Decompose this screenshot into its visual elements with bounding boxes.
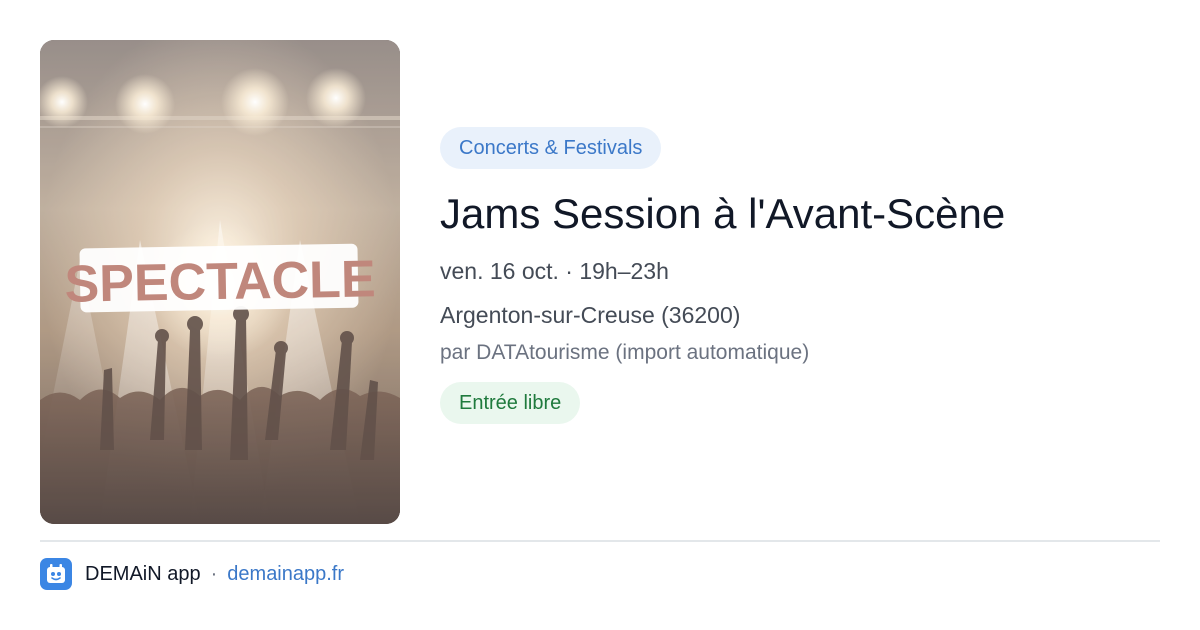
footer: DEMAiN app · demainapp.fr — [40, 557, 344, 591]
event-date-time: ven. 16 oct. · 19h–23h — [440, 258, 669, 284]
event-card: SPECTACLE Concerts & Festivals Jams Sess… — [0, 0, 1200, 630]
app-url-link[interactable]: demainapp.fr — [227, 563, 344, 586]
app-name: DEMAiN app — [85, 562, 201, 585]
event-poster-image[interactable]: SPECTACLE — [40, 40, 400, 524]
category-badge[interactable]: Concerts & Festivals — [440, 127, 662, 169]
event-info: Concerts & Festivals Jams Session à l'Av… — [440, 127, 1160, 424]
event-location: Argenton-sur-Creuse (36200) — [440, 302, 741, 328]
footer-separator: · — [210, 562, 218, 585]
footer-divider — [40, 540, 1160, 542]
price-badge: Entrée libre — [440, 382, 581, 424]
event-author: par DATAtourisme (import automatique) — [440, 341, 810, 364]
event-title: Jams Session à l'Avant-Scène — [440, 190, 1006, 237]
demain-logo-icon — [40, 558, 72, 590]
